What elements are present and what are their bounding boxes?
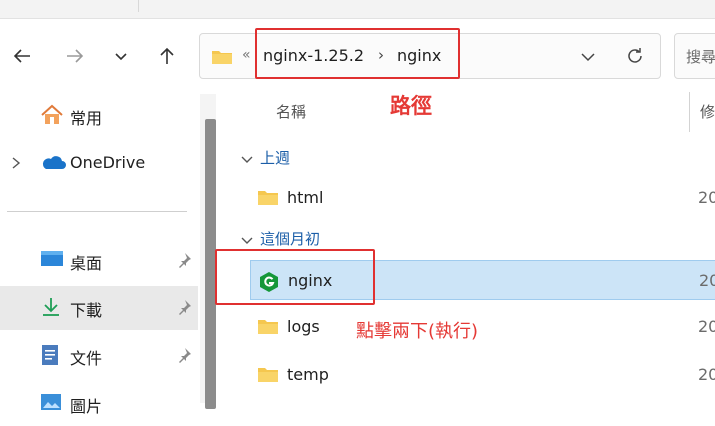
list-item-logs[interactable]: logs 20 — [250, 307, 715, 347]
sidebar-item-desktop[interactable]: 桌面 — [0, 239, 198, 283]
pictures-icon — [41, 394, 61, 410]
group-header-early-this-month[interactable]: 這個月初 — [240, 228, 320, 249]
back-button[interactable] — [10, 44, 34, 68]
item-date: 20 — [698, 188, 715, 207]
recent-locations-button[interactable] — [109, 44, 133, 68]
cloud-icon — [42, 156, 66, 169]
path-highlight-box — [255, 28, 460, 79]
refresh-icon[interactable] — [625, 46, 645, 66]
arrow-up-icon — [160, 47, 174, 64]
chevron-down-icon — [241, 156, 253, 163]
sidebar-item-onedrive[interactable]: OneDrive — [0, 142, 198, 186]
item-date: 20 — [698, 365, 715, 384]
group-label: 上週 — [260, 149, 291, 167]
sidebar-item-label: 桌面 — [70, 254, 103, 273]
annotation-path-label: 路徑 — [390, 94, 432, 118]
sidebar-item-label: 常用 — [70, 109, 103, 128]
sidebar-item-label: OneDrive — [70, 153, 146, 172]
sidebar-item-label: 文件 — [70, 349, 103, 368]
arrow-right-icon — [67, 49, 84, 63]
search-placeholder: 搜尋 — [686, 48, 715, 66]
up-button[interactable] — [155, 44, 179, 68]
sidebar-item-downloads[interactable]: 下載 — [0, 286, 198, 330]
item-name: logs — [287, 317, 320, 336]
sidebar-item-label: 圖片 — [70, 397, 103, 416]
folder-icon — [258, 368, 278, 382]
item-name: html — [287, 188, 324, 207]
item-date: 20 — [698, 317, 715, 336]
annotation-click-label: 點擊兩下(執行) — [356, 321, 479, 342]
breadcrumb-overflow[interactable]: « — [242, 47, 251, 63]
folder-icon — [258, 320, 278, 334]
title-strip-divider — [138, 0, 139, 12]
desktop-icon — [41, 251, 63, 266]
column-header-name[interactable]: 名稱 — [276, 101, 306, 122]
group-header-last-week[interactable]: 上週 — [240, 147, 290, 168]
sidebar-item-label: 下載 — [70, 301, 103, 320]
sidebar-item-pictures[interactable]: 圖片 — [0, 382, 198, 426]
nginx-highlight-box — [215, 249, 375, 305]
home-icon — [41, 104, 63, 124]
folder-icon — [258, 191, 278, 205]
sidebar-item-documents[interactable]: 文件 — [0, 334, 198, 378]
pin-icon[interactable] — [176, 347, 192, 363]
download-icon — [43, 298, 59, 316]
folder-icon — [212, 51, 232, 64]
group-label: 這個月初 — [260, 230, 321, 248]
column-divider[interactable] — [689, 92, 690, 132]
document-icon — [42, 345, 58, 365]
column-header-modified[interactable]: 修 — [700, 101, 715, 122]
list-item-temp[interactable]: temp 20 — [250, 355, 715, 395]
forward-button[interactable] — [63, 44, 87, 68]
chevron-down-icon[interactable] — [579, 48, 597, 66]
sidebar-divider — [7, 211, 187, 212]
pin-icon[interactable] — [176, 252, 192, 268]
chevron-down-icon — [241, 237, 253, 244]
pin-icon[interactable] — [176, 299, 192, 315]
search-box[interactable]: 搜尋 — [674, 33, 715, 79]
chevron-down-icon — [115, 53, 127, 61]
list-item-html[interactable]: html 20 — [250, 178, 715, 218]
title-strip — [0, 0, 715, 19]
sidebar-item-home[interactable]: 常用 — [0, 94, 198, 138]
item-name: temp — [287, 365, 329, 384]
arrow-left-icon — [13, 49, 30, 63]
chevron-right-icon[interactable] — [10, 156, 22, 170]
item-date: 20 — [699, 271, 715, 290]
